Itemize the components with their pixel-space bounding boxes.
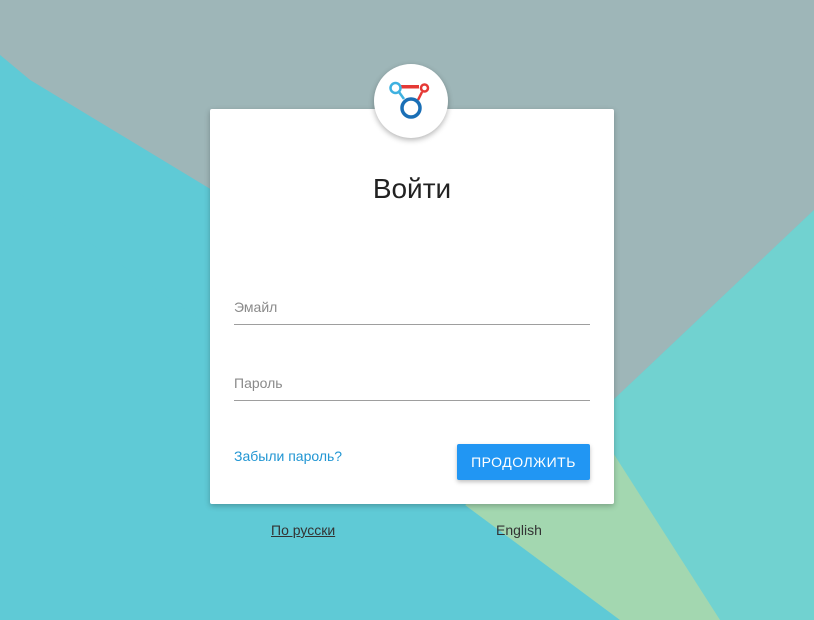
continue-button[interactable]: ПРОДОЛЖИТЬ [457, 444, 590, 480]
password-field[interactable] [234, 366, 590, 401]
email-field[interactable] [234, 290, 590, 325]
email-input[interactable] [234, 290, 590, 324]
connection-nodes-logo-icon [389, 81, 430, 119]
app-logo [374, 64, 448, 138]
forgot-password-link[interactable]: Забыли пароль? [234, 448, 342, 464]
language-russian-link[interactable]: По русски [271, 522, 335, 538]
page-title: Войти [372, 173, 452, 204]
language-english-label[interactable]: English [496, 522, 542, 538]
login-card: Войти Забыли пароль? ПРОДОЛЖИТЬ [210, 109, 614, 504]
password-input[interactable] [234, 366, 590, 400]
